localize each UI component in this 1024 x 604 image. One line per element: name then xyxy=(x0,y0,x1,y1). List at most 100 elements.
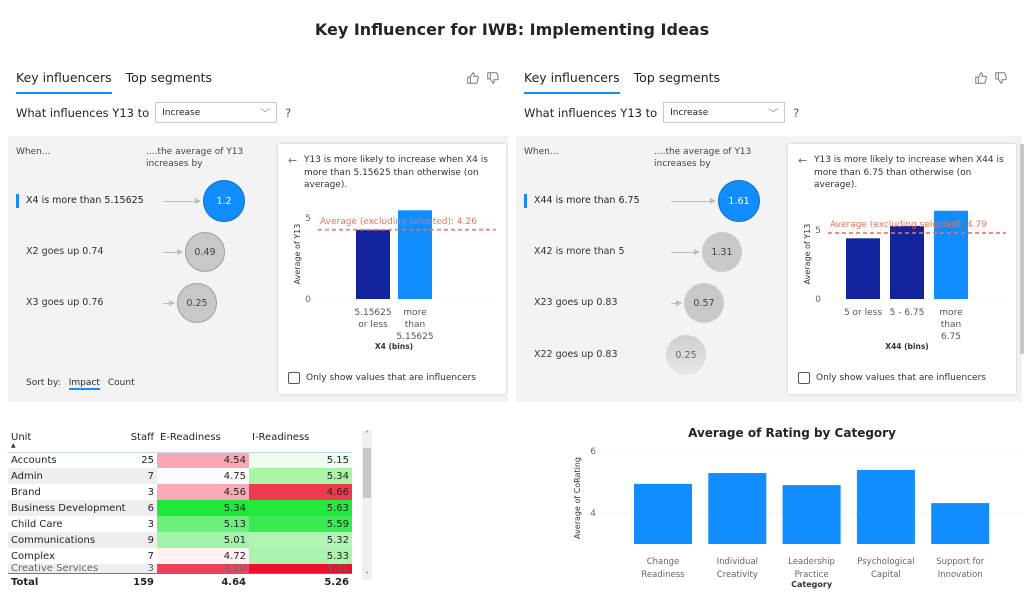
back-arrow-icon[interactable]: ← xyxy=(798,154,807,167)
influencer-label: X42 is more than 5 xyxy=(534,246,625,257)
tab-top-segments[interactable]: Top segments xyxy=(126,70,212,94)
selected-indicator xyxy=(524,194,527,208)
y-tick-label: 0 xyxy=(815,295,821,305)
detail-description: Y13 is more likely to increase when X44 … xyxy=(814,155,1004,190)
column-header-staff[interactable]: Staff xyxy=(126,428,157,453)
tab-key-influencers[interactable]: Key influencers xyxy=(16,70,112,94)
table-row[interactable]: Complex 7 4.72 5.33 xyxy=(8,548,352,564)
influencer-row[interactable]: X2 goes up 0.74 0.49 xyxy=(8,232,268,272)
sort-by-control: Sort by: Impact Count xyxy=(26,378,135,390)
influencers-only-checkbox[interactable]: Only show values that are influencers xyxy=(798,372,986,384)
sort-option-impact[interactable]: Impact xyxy=(68,378,100,390)
bar-support-for-innovation[interactable] xyxy=(931,503,990,544)
impact-bubble[interactable]: 0.57 xyxy=(684,283,724,323)
scroll-up-icon[interactable]: ˄ xyxy=(362,430,372,439)
y-axis-label: Average of Y13 xyxy=(803,224,812,285)
staff-cell: 3 xyxy=(147,518,154,530)
table-row[interactable]: Admin 7 4.75 5.34 xyxy=(8,468,352,484)
x-tick-label: 5 - 6.75 xyxy=(890,308,925,318)
tab-bar: Key influencers Top segments xyxy=(524,70,720,94)
bar-5-6-75[interactable] xyxy=(890,225,924,299)
i-readiness-cell: 5.32 xyxy=(249,532,352,548)
column-header-unit[interactable]: Unit ▲ xyxy=(8,428,126,453)
table-row[interactable]: Creative Services 3 4.20 4.51 xyxy=(8,564,352,574)
impact-bubble[interactable]: 1.31 xyxy=(702,232,742,272)
unit-cell: Complex xyxy=(11,550,55,562)
column-header-i-readiness[interactable]: I-Readiness xyxy=(249,428,352,453)
detail-description: Y13 is more likely to increase when X4 i… xyxy=(304,155,488,190)
impact-bubble[interactable]: 1.61 xyxy=(718,180,760,222)
increase-dropdown[interactable]: Increase ﹀ xyxy=(155,102,278,123)
arrow-icon xyxy=(163,249,183,255)
tab-top-segments[interactable]: Top segments xyxy=(634,70,720,94)
impact-bubble[interactable]: 0.25 xyxy=(177,283,217,323)
bar-individual-creativity[interactable] xyxy=(708,473,767,544)
impact-bubble[interactable]: 0.25 xyxy=(666,335,706,375)
x-tick-label: 5.15625 xyxy=(354,308,391,318)
bar-psychological-capital[interactable] xyxy=(856,469,915,544)
panel-scrollbar[interactable] xyxy=(1020,144,1024,354)
table-scrollbar[interactable]: ˄ ˅ xyxy=(362,430,372,580)
y-tick-label: 6 xyxy=(590,447,596,457)
arrow-icon xyxy=(671,300,682,306)
bar-5-or-less[interactable] xyxy=(846,238,880,299)
thumbs-up-icon[interactable] xyxy=(466,70,480,89)
i-readiness-cell: 5.33 xyxy=(249,548,352,564)
staff-cell: 7 xyxy=(126,468,157,484)
effect-header: ....the average of Y13 increases by xyxy=(146,147,244,169)
y-axis-label: Average of CoRating xyxy=(573,457,582,539)
dropdown-value: Increase xyxy=(670,107,709,118)
x-tick-label: Practice xyxy=(795,570,829,580)
influencer-row[interactable]: X42 is more than 5 1.31 xyxy=(516,232,776,272)
bar-leadership-practice[interactable] xyxy=(782,485,841,544)
table-row[interactable]: Communications 9 5.01 5.32 xyxy=(8,532,352,548)
staff-cell: 3 xyxy=(147,486,154,498)
column-header-e-readiness[interactable]: E-Readiness xyxy=(157,428,249,453)
x-tick-label: than xyxy=(405,320,425,330)
sort-option-count[interactable]: Count xyxy=(108,378,135,390)
influencer-row[interactable]: X4 is more than 5.15625 1.2 xyxy=(8,180,268,222)
checkbox-icon[interactable] xyxy=(288,372,300,384)
total-row: Total 159 4.64 5.26 xyxy=(8,573,352,592)
thumbs-up-icon[interactable] xyxy=(974,70,988,89)
checkbox-label: Only show values that are influencers xyxy=(816,373,986,383)
bar-change-readiness[interactable] xyxy=(634,483,692,544)
help-icon[interactable]: ? xyxy=(793,106,799,120)
checkbox-label: Only show values that are influencers xyxy=(306,373,476,383)
effect-header: ....the average of Y13 increases by xyxy=(654,147,752,169)
influencers-only-checkbox[interactable]: Only show values that are influencers xyxy=(288,372,476,384)
checkbox-icon[interactable] xyxy=(798,372,810,384)
staff-cell: 7 xyxy=(147,550,154,562)
feedback-buttons xyxy=(974,70,1008,89)
table-row[interactable]: Business Development 6 5.34 5.63 xyxy=(8,500,352,516)
back-arrow-icon[interactable]: ← xyxy=(288,154,297,167)
x-tick-label: more xyxy=(403,308,427,318)
e-readiness-cell: 4.72 xyxy=(157,548,249,564)
tab-bar: Key influencers Top segments xyxy=(16,70,212,94)
help-icon[interactable]: ? xyxy=(285,106,291,120)
scrollbar-thumb[interactable] xyxy=(363,448,371,498)
influencer-row[interactable]: X23 goes up 0.83 0.57 xyxy=(516,283,776,323)
influencer-row[interactable]: X3 goes up 0.76 0.25 xyxy=(8,283,268,323)
impact-bubble[interactable]: 0.49 xyxy=(185,232,225,272)
thumbs-down-icon[interactable] xyxy=(486,70,500,89)
total-label: Total xyxy=(8,573,126,592)
tab-key-influencers[interactable]: Key influencers xyxy=(524,70,620,94)
increase-dropdown[interactable]: Increase ﹀ xyxy=(663,102,786,123)
scroll-down-icon[interactable]: ˅ xyxy=(362,571,372,580)
table-row[interactable]: Accounts 25 4.54 5.15 xyxy=(8,452,352,468)
staff-cell: 25 xyxy=(141,454,154,466)
influencer-row[interactable]: X22 goes up 0.83 0.25 xyxy=(516,335,776,375)
table-row[interactable]: Child Care 3 5.13 5.59 xyxy=(8,516,352,532)
table-row[interactable]: Brand 3 4.56 4.66 xyxy=(8,484,352,500)
i-readiness-cell: 5.34 xyxy=(249,468,352,484)
bar-5-15625-or-less[interactable] xyxy=(356,229,390,299)
staff-cell: 6 xyxy=(126,500,157,516)
key-influencers-visual-1: Key influencers Top segments What influenc… xyxy=(8,66,514,406)
impact-bubble[interactable]: 1.2 xyxy=(203,180,245,222)
average-rating-by-category-chart: Average of Rating by Category Average of… xyxy=(560,420,1024,604)
thumbs-down-icon[interactable] xyxy=(994,70,1008,89)
influencer-row[interactable]: X44 is more than 6.75 1.61 xyxy=(516,180,776,222)
chevron-down-icon: ﹀ xyxy=(260,109,271,120)
i-readiness-cell: 5.15 xyxy=(249,452,352,468)
